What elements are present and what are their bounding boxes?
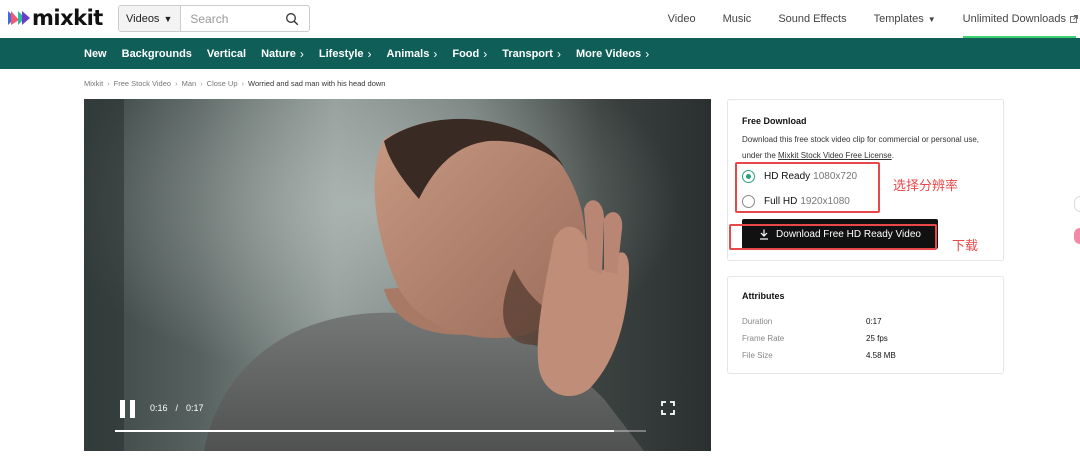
category-label: Nature	[261, 47, 296, 60]
attribute-value: 4.58 MB	[866, 351, 896, 360]
category-label: More Videos	[575, 47, 642, 60]
attribute-row: Frame Rate 25 fps	[742, 334, 888, 343]
pause-icon	[130, 400, 135, 418]
nav-video[interactable]: Video	[668, 13, 696, 25]
category-backgrounds[interactable]: Backgrounds	[122, 48, 192, 60]
category-label: Food	[452, 47, 480, 60]
chevron-right-icon: ›	[433, 46, 438, 61]
annotation-resolution-note: 选择分辨率	[893, 179, 959, 194]
search-bar: Videos ▼	[118, 5, 310, 32]
category-nature[interactable]: Nature ›	[261, 47, 304, 61]
category-transport[interactable]: Transport ›	[502, 47, 561, 61]
category-label: Backgrounds	[121, 47, 192, 60]
nav-label: Templates	[873, 13, 924, 25]
category-label: Lifestyle	[318, 47, 364, 60]
category-new[interactable]: New	[84, 48, 107, 60]
external-link-icon	[1070, 15, 1078, 23]
time-display: 0:16 / 0:17	[150, 403, 204, 413]
attribute-value: 0:17	[866, 317, 882, 326]
attribute-row: Duration 0:17	[742, 317, 882, 326]
nav-sound-effects[interactable]: Sound Effects	[778, 13, 846, 25]
download-description: Download this free stock video clip for …	[742, 132, 992, 164]
duration: 0:17	[186, 403, 204, 413]
category-vertical[interactable]: Vertical	[207, 48, 246, 60]
category-more-videos[interactable]: More Videos ›	[576, 47, 649, 61]
category-lifestyle[interactable]: Lifestyle ›	[319, 47, 372, 61]
attribute-key: Duration	[742, 317, 773, 326]
category-food[interactable]: Food ›	[452, 47, 487, 61]
search-category-label: Videos	[126, 12, 160, 25]
chevron-right-icon: ›	[367, 46, 372, 61]
logo-text: mixkit	[32, 6, 103, 30]
breadcrumb-item[interactable]: Free Stock Video	[114, 79, 171, 88]
breadcrumb-separator-icon: ›	[241, 79, 245, 88]
breadcrumb-separator-icon: ›	[200, 79, 203, 88]
breadcrumb: Mixkit › Free Stock Video › Man › Close …	[84, 79, 385, 88]
breadcrumb-current: Worried and sad man with his head down	[248, 79, 386, 88]
current-time: 0:16	[150, 403, 168, 413]
mixkit-logo-icon	[8, 11, 30, 25]
caret-down-icon: ▼	[927, 14, 936, 24]
category-label: Animals	[386, 47, 430, 60]
nav-label: Sound Effects	[778, 13, 847, 25]
category-label: Transport	[502, 47, 553, 60]
nav-label: Unlimited Downloads	[962, 13, 1066, 25]
annotation-box-download	[729, 224, 937, 250]
search-category-select[interactable]: Videos ▼	[119, 6, 182, 31]
breadcrumb-separator-icon: ›	[175, 79, 178, 88]
side-widget[interactable]	[1074, 196, 1080, 212]
top-header: mixkit Videos ▼ Video Music Sound Effect…	[0, 0, 1080, 38]
video-progress-bar[interactable]	[115, 430, 646, 432]
breadcrumb-separator-icon: ›	[107, 79, 110, 88]
nav-music[interactable]: Music	[723, 13, 752, 25]
attributes-panel: Attributes Duration 0:17 Frame Rate 25 f…	[727, 276, 1004, 374]
caret-down-icon: ▼	[163, 13, 173, 24]
category-label: New	[84, 47, 107, 60]
attributes-title: Attributes	[742, 291, 785, 301]
breadcrumb-item[interactable]: Close Up	[207, 79, 238, 88]
description-end: .	[891, 151, 894, 160]
license-link[interactable]: Mixkit Stock Video Free License	[778, 151, 892, 160]
video-player[interactable]: 0:16 / 0:17	[84, 99, 711, 451]
annotation-download-note: 下载	[952, 239, 979, 254]
chevron-right-icon: ›	[645, 46, 650, 61]
nav-templates[interactable]: Templates ▼	[874, 13, 936, 25]
pause-button[interactable]	[120, 400, 136, 418]
search-input[interactable]	[181, 11, 292, 26]
top-navigation: Video Music Sound Effects Templates ▼ Un…	[668, 0, 1080, 38]
side-widget-pink[interactable]	[1074, 228, 1080, 244]
attribute-value: 25 fps	[866, 334, 888, 343]
fullscreen-icon[interactable]	[661, 401, 675, 415]
chevron-right-icon: ›	[483, 46, 488, 61]
mixkit-logo[interactable]: mixkit	[8, 6, 103, 30]
annotation-box-resolution	[735, 162, 880, 213]
attribute-key: File Size	[742, 351, 773, 360]
nav-unlimited-downloads[interactable]: Unlimited Downloads	[962, 0, 1078, 38]
search-icon[interactable]	[285, 12, 299, 26]
breadcrumb-item[interactable]: Man	[182, 79, 197, 88]
pause-icon	[120, 400, 125, 418]
download-title: Free Download	[742, 116, 807, 126]
category-bar: New Backgrounds Vertical Nature › Lifesty…	[0, 38, 1080, 69]
nav-label: Video	[667, 13, 696, 25]
attribute-row: File Size 4.58 MB	[742, 351, 896, 360]
time-separator: /	[175, 403, 179, 413]
nav-label: Music	[722, 13, 752, 25]
chevron-right-icon: ›	[556, 46, 561, 61]
breadcrumb-item[interactable]: Mixkit	[84, 79, 103, 88]
category-label: Vertical	[206, 47, 247, 60]
video-frame	[84, 99, 711, 451]
attribute-key: Frame Rate	[742, 334, 785, 343]
video-progress-fill	[115, 430, 615, 432]
category-animals[interactable]: Animals ›	[387, 47, 438, 61]
chevron-right-icon: ›	[299, 46, 304, 61]
